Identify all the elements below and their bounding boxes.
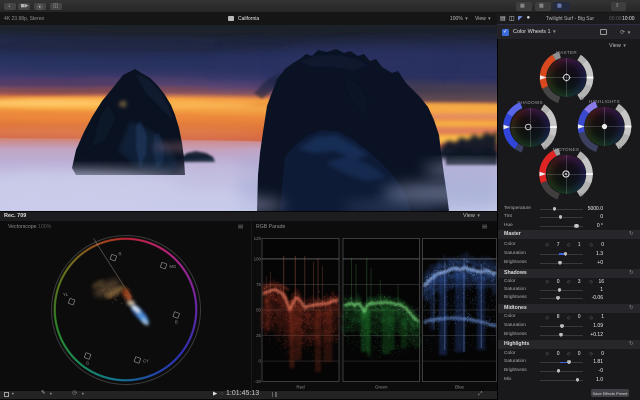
svg-text:25: 25 [256, 333, 261, 338]
svg-text:120: 120 [254, 236, 262, 241]
svg-text:-20: -20 [255, 379, 262, 384]
svg-text:YL: YL [63, 292, 69, 297]
svg-text:100: 100 [254, 257, 262, 262]
svg-text:0: 0 [259, 359, 262, 364]
svg-text:R: R [119, 252, 122, 257]
svg-text:MG: MG [170, 264, 177, 269]
svg-text:CY: CY [143, 359, 149, 364]
svg-text:B: B [175, 320, 178, 325]
svg-text:G: G [86, 361, 89, 366]
svg-text:75: 75 [256, 282, 261, 287]
